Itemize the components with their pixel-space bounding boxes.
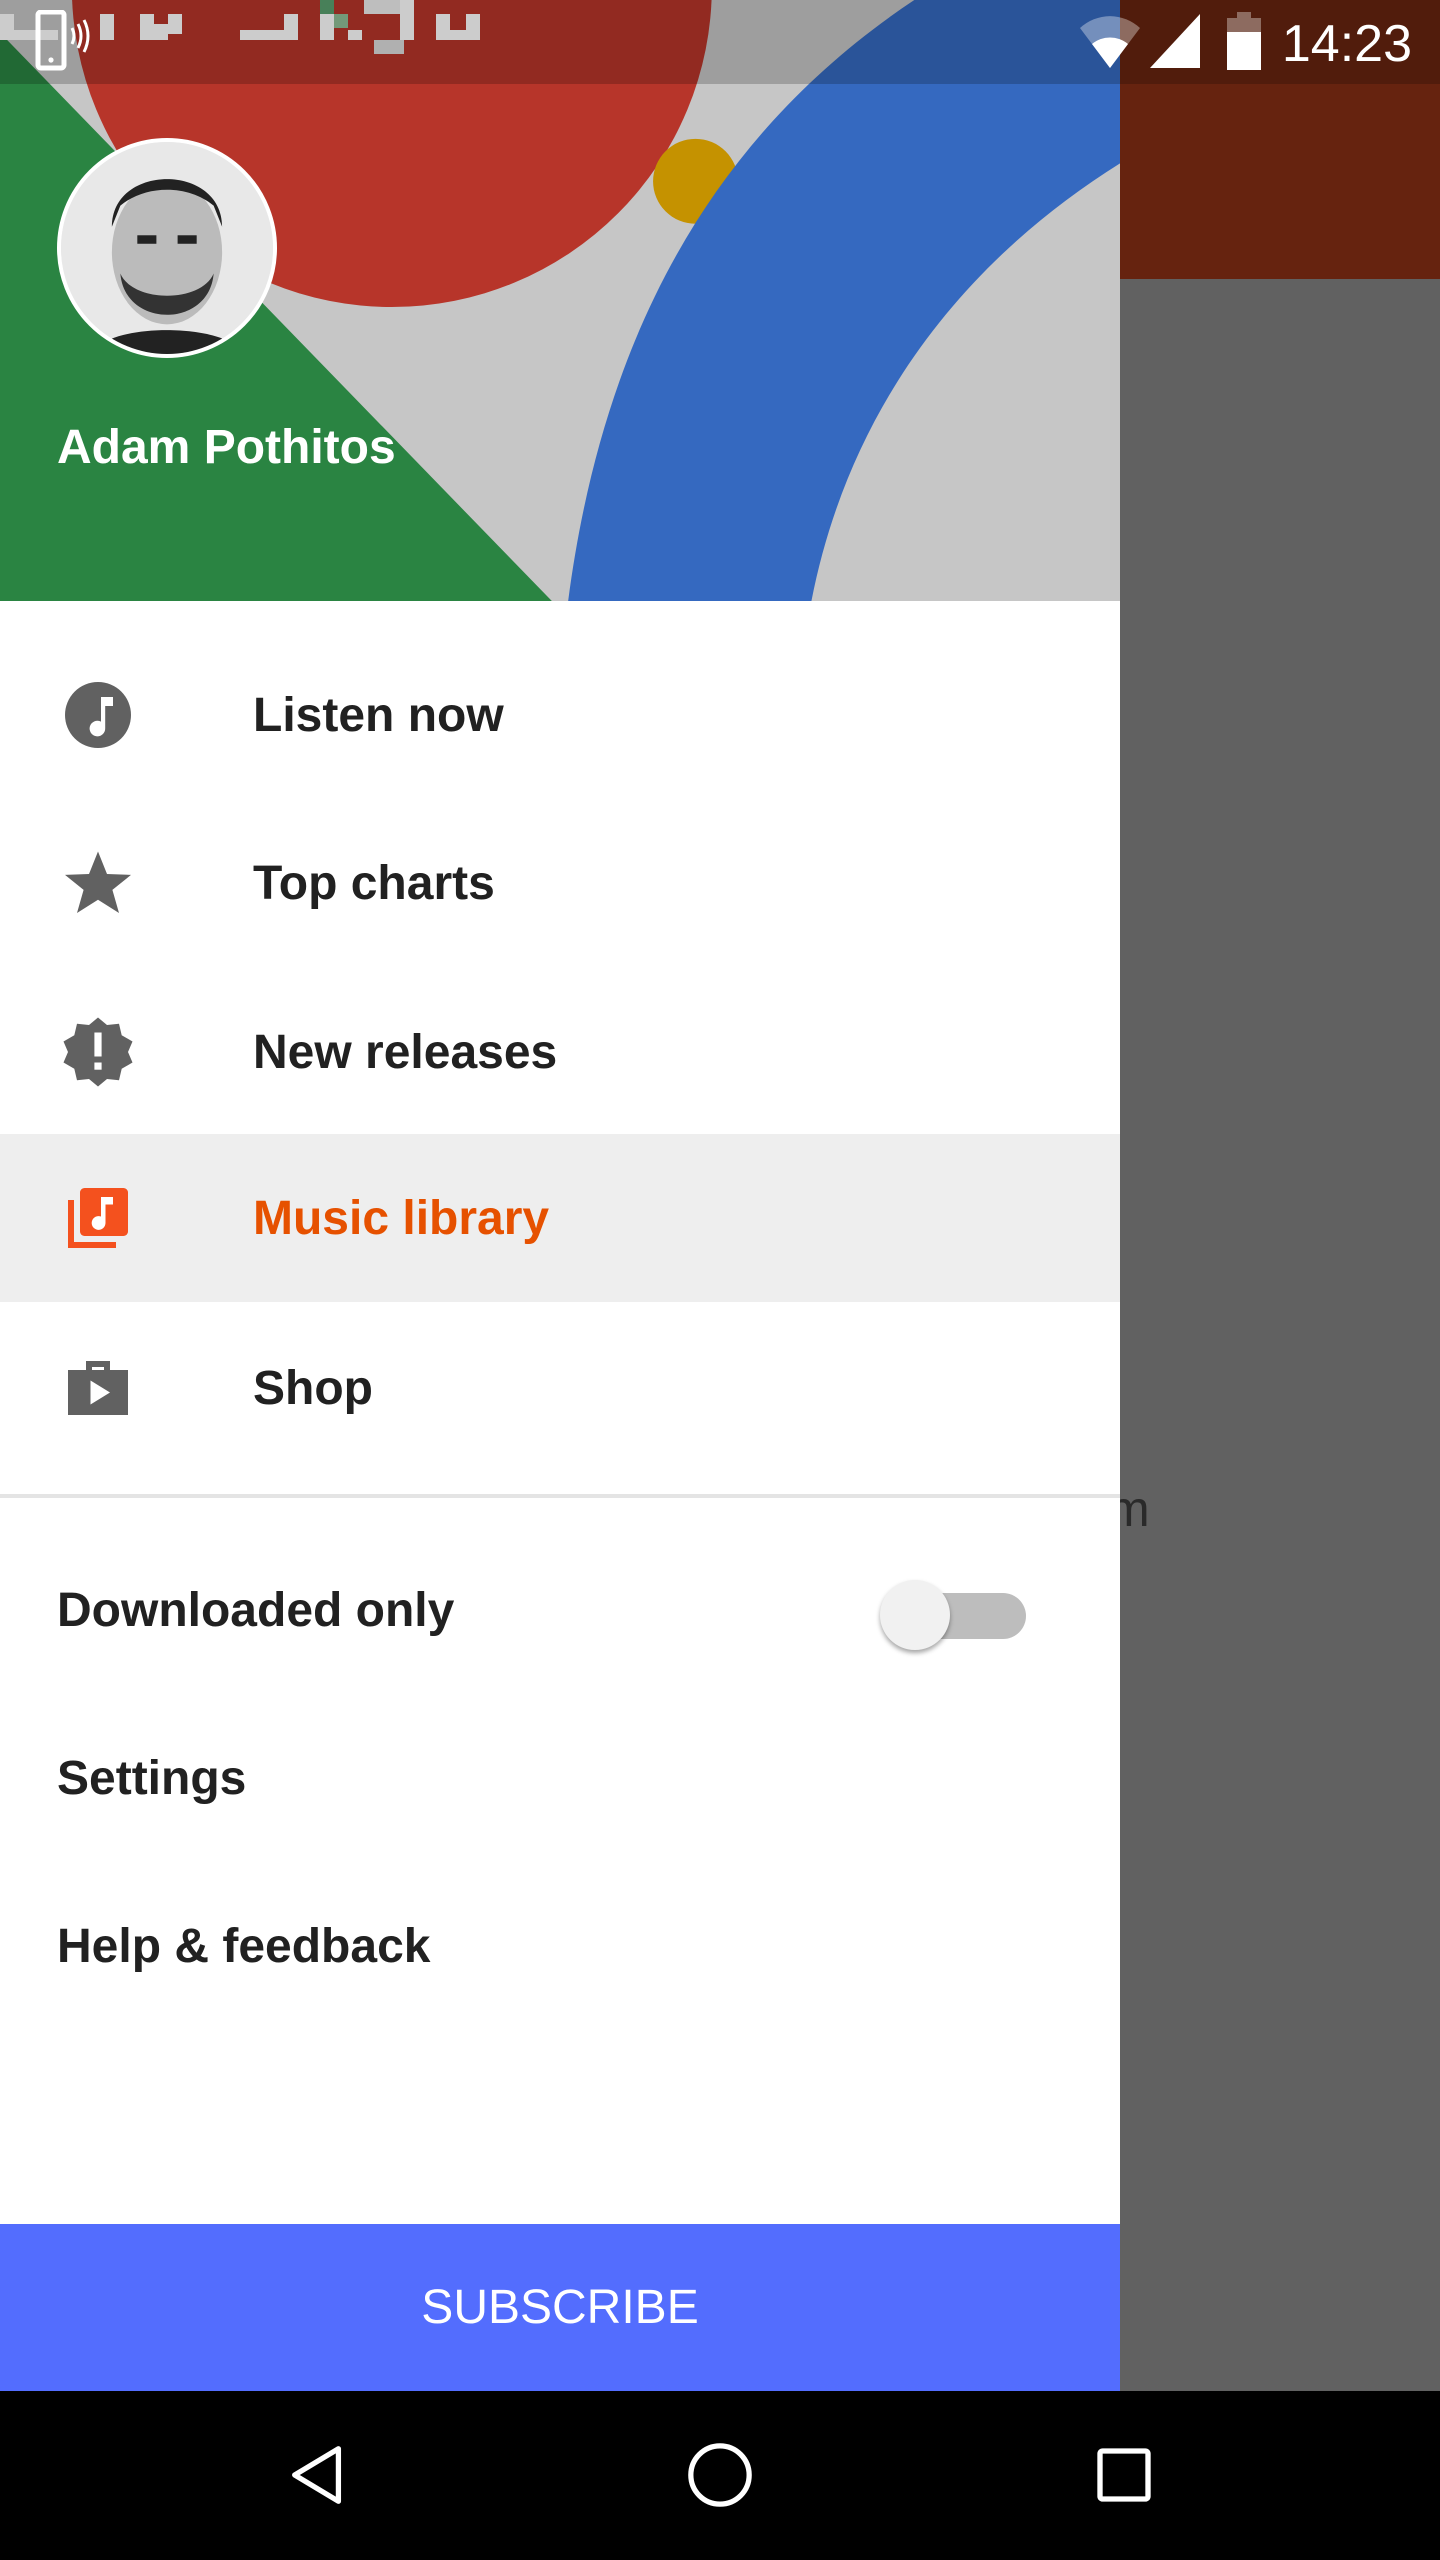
avatar-photo [61,142,273,354]
recents-button[interactable] [1072,2423,1176,2527]
drawer-scrim[interactable] [1120,279,1440,2391]
toggle-thumb [880,1580,950,1650]
music-note-circle-icon [62,679,134,751]
nav-item-listen-now[interactable]: Listen now [0,631,1120,799]
downloaded-only-toggle[interactable] [880,1580,1030,1650]
nav-item-label: Shop [253,1361,373,1415]
subscribe-button[interactable]: SUBSCRIBE [0,2224,1120,2391]
nav-item-shop[interactable]: Shop [0,1304,1120,1472]
status-time: 14:23 [1281,15,1412,73]
nav-item-label: Top charts [253,856,495,910]
user-name: Adam Pothitos [57,421,396,474]
nav-item-label: Listen now [253,688,504,742]
nav-item-top-charts[interactable]: Top charts [0,799,1120,967]
back-button[interactable] [266,2423,370,2527]
cell-signal-icon [1150,14,1200,68]
recents-square-icon [1097,2448,1151,2502]
home-button[interactable] [668,2423,772,2527]
help-feedback-item[interactable]: Help & feedback [57,1919,430,1974]
system-nav-bar [0,2391,1440,2560]
nav-item-label: Music library [253,1191,550,1245]
avatar[interactable] [57,138,277,358]
status-bar: 14:23 [0,0,1440,84]
shop-bag-icon [62,1352,134,1424]
nav-item-new-releases[interactable]: New releases [0,968,1120,1136]
back-triangle-icon [292,2446,342,2504]
nav-item-label: New releases [253,1025,558,1079]
battery-icon [1227,12,1261,70]
star-icon [62,847,134,919]
downloaded-only-label: Downloaded only [57,1584,455,1637]
library-music-icon [62,1182,134,1254]
divider [0,1494,1120,1498]
wifi-icon [1080,16,1140,68]
navigation-drawer: Adam Pothitos Listen now Top charts New … [0,0,1120,2391]
new-releases-badge-icon [62,1016,134,1088]
nav-item-music-library[interactable]: Music library [0,1134,1120,1302]
home-circle-icon [688,2443,752,2507]
vibrate-phone-icon [35,10,90,71]
settings-item[interactable]: Settings [57,1751,246,1806]
drawer-header: Adam Pothitos [0,0,1120,601]
